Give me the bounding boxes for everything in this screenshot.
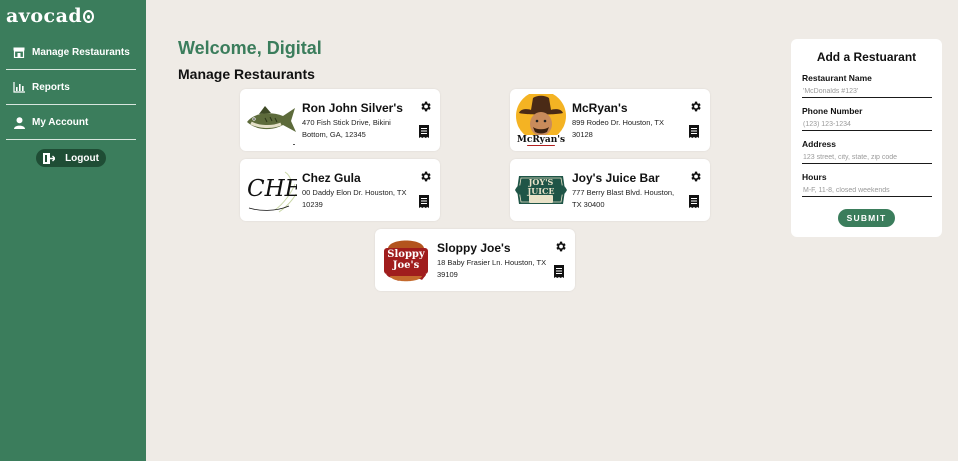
- hours-label: Hours: [802, 172, 827, 182]
- restaurant-name: Joy's Juice Bar: [572, 171, 660, 185]
- restaurant-name: McRyan's: [572, 101, 628, 115]
- restaurant-name: Ron John Silver's: [302, 101, 403, 115]
- restaurant-name: Sloppy Joe's: [437, 241, 511, 255]
- app-logo[interactable]: avocad: [6, 5, 95, 27]
- juice-bar-logo: JOY'S JUICE BAR: [515, 164, 567, 216]
- user-icon: [13, 116, 25, 129]
- receipt-icon[interactable]: [554, 265, 564, 278]
- welcome-heading: Welcome, Digital: [178, 38, 322, 58]
- address-input[interactable]: [802, 151, 932, 164]
- fish-logo: [245, 94, 297, 146]
- receipt-icon[interactable]: [689, 195, 699, 208]
- logout-icon: [43, 152, 56, 164]
- restaurant-address: 18 Baby Frasier Ln. Houston, TX 39109: [437, 258, 547, 279]
- logout-button[interactable]: Logout: [36, 149, 106, 167]
- logo-text: CHEZ Gula: [247, 176, 297, 202]
- sidebar-item-my-account[interactable]: My Account: [6, 106, 136, 140]
- phone-number-input[interactable]: [802, 118, 932, 131]
- restaurant-card[interactable]: Sloppy Joe's Sloppy Joe's 18 Baby Frasie…: [375, 229, 575, 291]
- sidebar-item-label: My Account: [32, 117, 89, 128]
- restaurant-card[interactable]: JOY'S JUICE BAR Joy's Juice Bar 777 Berr…: [510, 159, 710, 221]
- logo-text: Sloppy Joe's: [387, 249, 425, 271]
- sidebar: avocad Manage Restaurants Reports My Acc…: [0, 0, 146, 461]
- settings-gear-icon[interactable]: [419, 100, 432, 113]
- hours-input[interactable]: [802, 184, 932, 197]
- sidebar-item-label: Reports: [32, 82, 70, 93]
- sidebar-item-manage-restaurants[interactable]: Manage Restaurants: [6, 36, 136, 70]
- restaurant-address: 899 Rodeo Dr. Houston, TX 30128: [572, 118, 664, 139]
- bar-chart-icon: [13, 82, 25, 94]
- settings-gear-icon[interactable]: [554, 240, 567, 253]
- settings-gear-icon[interactable]: [419, 170, 432, 183]
- chez-gula-logo: CHEZ Gula: [245, 164, 297, 216]
- restaurant-name-input[interactable]: [802, 85, 932, 98]
- restaurant-card[interactable]: McRyan's McRyan's 899 Rodeo Dr. Houston,…: [510, 89, 710, 151]
- form-title: Add a Restuarant: [816, 50, 917, 64]
- burger-logo: Sloppy Joe's: [380, 234, 432, 286]
- address-label: Address: [802, 139, 837, 149]
- avocado-pit-icon: [83, 9, 95, 23]
- add-restaurant-form: Add a Restuarant Restaurant Name Phone N…: [791, 39, 942, 237]
- logo-text: avocad: [6, 5, 83, 27]
- sidebar-item-reports[interactable]: Reports: [6, 71, 136, 105]
- restaurant-name: Chez Gula: [302, 171, 361, 185]
- sidebar-item-label: Manage Restaurants: [32, 47, 130, 58]
- settings-gear-icon[interactable]: [689, 100, 702, 113]
- restaurant-card[interactable]: CHEZ Gula Chez Gula 00 Daddy Elon Dr. Ho…: [240, 159, 440, 221]
- restaurant-address: 470 Fish Stick Drive, Bikini Bottom, GA,…: [302, 118, 391, 139]
- logo-text: McRyan's: [515, 135, 567, 145]
- storefront-icon: [13, 47, 25, 59]
- restaurant-address: 777 Berry Blast Blvd. Houston, TX 30400: [572, 188, 675, 209]
- phone-number-label: Phone Number: [802, 106, 863, 116]
- logout-label: Logout: [65, 152, 99, 164]
- page-title: Manage Restaurants: [178, 66, 315, 82]
- receipt-icon[interactable]: [419, 195, 429, 208]
- cowboy-logo: McRyan's: [515, 91, 567, 146]
- submit-button[interactable]: SUBMIT: [838, 209, 895, 227]
- settings-gear-icon[interactable]: [689, 170, 702, 183]
- restaurant-card[interactable]: Ron John Silver's 470 Fish Stick Drive, …: [240, 89, 440, 151]
- restaurant-address: 00 Daddy Elon Dr. Houston, TX 10239: [302, 188, 407, 209]
- receipt-icon[interactable]: [689, 125, 699, 138]
- restaurant-name-label: Restaurant Name: [802, 73, 872, 83]
- receipt-icon[interactable]: [419, 125, 429, 138]
- logo-text: JOY'S JUICE BAR: [527, 177, 555, 204]
